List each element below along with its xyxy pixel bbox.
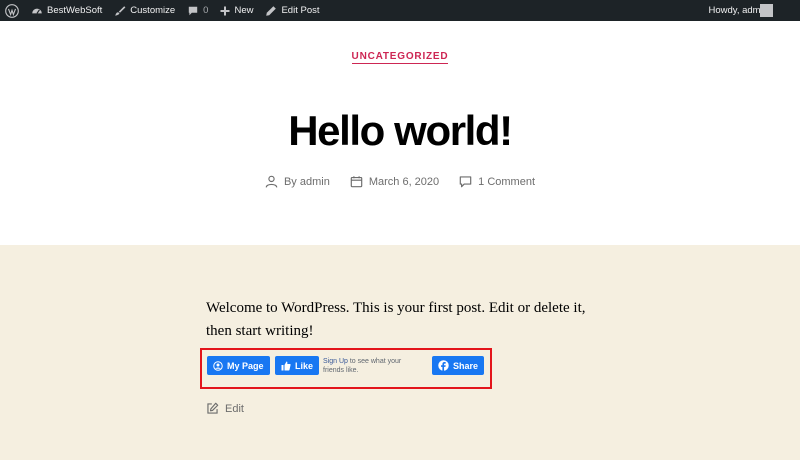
post-header: UNCATEGORIZED Hello world! By admin Marc… (0, 21, 800, 245)
brush-icon (115, 5, 126, 16)
comment-bubble-icon (459, 176, 472, 188)
post-meta: By admin March 6, 2020 1 Comment (0, 175, 800, 188)
new-label: New (234, 5, 254, 16)
dashboard-icon (32, 8, 42, 14)
admin-bar: BestWebSoft Customize 0 New Edit Post Ho… (0, 0, 800, 21)
post-date: March 6, 2020 (350, 175, 439, 188)
post-body: Welcome to WordPress. This is your first… (206, 300, 586, 339)
my-page-button[interactable]: My Page (207, 356, 270, 375)
post-title: Hello world! (288, 107, 513, 154)
comment-icon (188, 6, 198, 15)
post-comments: 1 Comment (459, 175, 535, 188)
edit-label: Edit (225, 402, 244, 415)
comments-link-meta[interactable]: 1 Comment (478, 176, 535, 188)
edit-icon (207, 402, 219, 414)
site-name-menu[interactable]: BestWebSoft (25, 0, 108, 21)
category-container: UNCATEGORIZED (0, 46, 800, 64)
like-label: Like (295, 360, 314, 371)
signup-text: Sign Up to see what your friends like. (323, 357, 423, 375)
comments-link[interactable]: 0 (181, 0, 214, 21)
author-link[interactable]: By admin (284, 176, 330, 188)
calendar-icon (350, 176, 363, 188)
share-label: Share (453, 360, 479, 371)
post-content: Welcome to WordPress. This is your first… (0, 245, 800, 460)
thumbs-up-icon (281, 361, 291, 370)
new-content-menu[interactable]: New (214, 0, 259, 21)
category-link[interactable]: UNCATEGORIZED (351, 51, 449, 64)
facebook-buttons-box: My Page Like Sign Up to see what your fr… (200, 348, 492, 389)
edit-post-link[interactable]: Edit Post (259, 0, 325, 21)
user-icon (265, 175, 278, 188)
like-button[interactable]: Like (275, 356, 320, 375)
edit-post-label: Edit Post (281, 5, 320, 16)
date-link[interactable]: March 6, 2020 (369, 176, 439, 188)
my-page-label: My Page (227, 360, 264, 371)
my-account-menu[interactable]: Howdy, admin (699, 0, 800, 21)
plus-icon (220, 6, 230, 15)
post-author: By admin (265, 175, 330, 188)
customize-label: Customize (130, 5, 176, 16)
pencil-icon (266, 5, 277, 16)
wordpress-icon (5, 3, 19, 18)
edit-post-bottom-link[interactable]: Edit (206, 402, 244, 415)
avatar (760, 4, 773, 17)
site-name-label: BestWebSoft (47, 5, 103, 16)
share-button[interactable]: Share (432, 356, 485, 375)
facebook-icon (438, 360, 449, 371)
wordpress-menu[interactable] (0, 0, 25, 21)
signup-link[interactable]: Sign Up (323, 358, 348, 365)
customize-link[interactable]: Customize (108, 0, 181, 21)
profile-circle-icon (213, 360, 223, 371)
comments-count: 0 (203, 5, 209, 16)
